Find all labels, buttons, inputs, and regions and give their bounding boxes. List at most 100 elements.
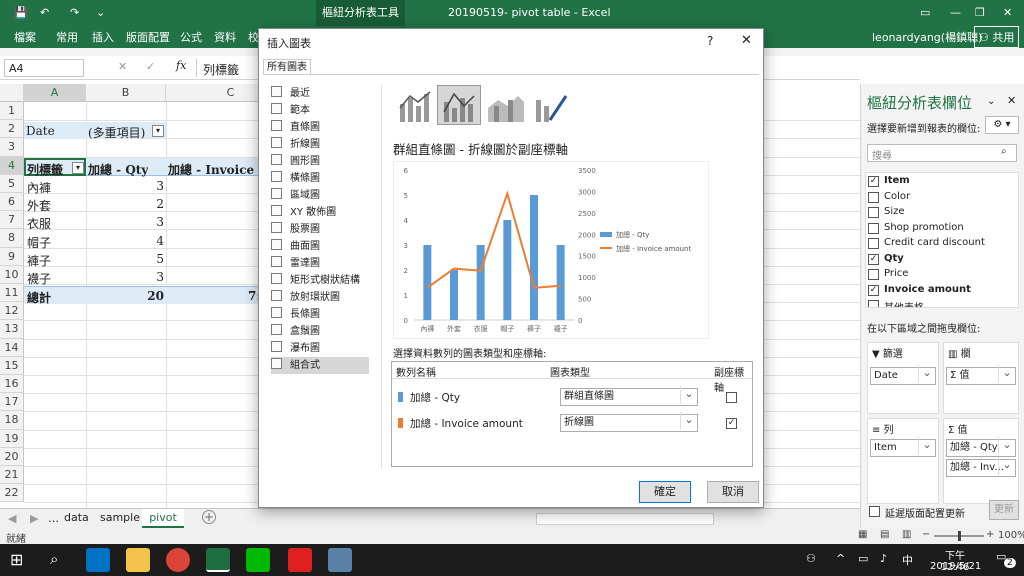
tab-formulas[interactable]: 公式	[180, 29, 202, 45]
field-checkbox[interactable]: ✓	[868, 176, 879, 187]
zoom-slider-thumb[interactable]	[958, 531, 961, 541]
row-header[interactable]: 4	[0, 156, 24, 175]
name-box[interactable]: A4	[4, 59, 84, 77]
chart-type-item[interactable]: 組合式	[271, 357, 369, 374]
filter-area-item[interactable]: Date	[870, 365, 936, 385]
pivot-item-qty[interactable]: 5	[88, 252, 164, 266]
windows-start-icon[interactable]: ⊞	[10, 550, 23, 569]
chart-type-item[interactable]: 圓形圖	[271, 153, 369, 170]
row-header[interactable]: 16	[0, 375, 24, 394]
tab-page-layout[interactable]: 版面配置	[126, 29, 170, 45]
row-header[interactable]: 20	[0, 447, 24, 466]
chart-type-item[interactable]: 最近	[271, 85, 369, 102]
chart-type-item[interactable]: 橫條圖	[271, 170, 369, 187]
tab-data[interactable]: 資料	[214, 29, 236, 45]
field-checkbox[interactable]	[868, 222, 879, 234]
row-header[interactable]: 2	[0, 120, 24, 139]
redo-icon[interactable]: ↷	[70, 6, 79, 19]
field-checkbox[interactable]	[868, 300, 879, 307]
close-window-icon[interactable]: ✕	[1003, 6, 1012, 19]
chart-type-item[interactable]: 矩形式樹狀結構圖	[271, 272, 369, 303]
field-list[interactable]: ✓ Item Color Size Shop promotion Credit card …	[865, 172, 1019, 308]
chart-type-item[interactable]: 雷達圖	[271, 255, 369, 272]
add-sheet-icon[interactable]: +	[202, 510, 216, 524]
share-button[interactable]: ⚇ 共用	[974, 26, 1020, 48]
confirm-entry-icon[interactable]: ✓	[146, 60, 155, 73]
chart-type-item[interactable]: 盒鬚圖	[271, 323, 369, 340]
cancel-button[interactable]: 取消	[707, 481, 759, 503]
chart-type-item[interactable]: 曲面圖	[271, 238, 369, 255]
pivot-item-qty[interactable]: 3	[88, 270, 164, 284]
field-item[interactable]: ✓ Invoice amount	[866, 282, 1018, 298]
tab-file[interactable]: 檔案	[14, 29, 36, 45]
volume-icon[interactable]: ♪	[880, 552, 887, 565]
insert-function-icon[interactable]: fx	[176, 59, 186, 72]
pivot-item-label[interactable]: 帽子	[27, 234, 51, 251]
invoice-header[interactable]: 加總 - Invoice am	[168, 161, 258, 178]
row-header[interactable]: 7	[0, 211, 24, 230]
undo-icon[interactable]: ↶	[40, 6, 49, 19]
chart-type-item[interactable]: 折線圖	[271, 136, 369, 153]
file-explorer-icon[interactable]	[126, 548, 150, 572]
update-button[interactable]: 更新	[989, 500, 1019, 520]
minimize-icon[interactable]: —	[950, 6, 961, 19]
zoom-level[interactable]: 100%	[998, 530, 1024, 541]
column-header-a[interactable]: A	[24, 84, 86, 102]
field-checkbox[interactable]	[868, 207, 879, 218]
filter-value-cell[interactable]: (多重項目)	[88, 124, 145, 141]
chart-type-item[interactable]: 範本	[271, 102, 369, 119]
search-taskbar-icon[interactable]: ⌕	[50, 550, 58, 568]
series-invoice-type-select[interactable]: 折線圖	[560, 412, 698, 432]
ribbon-display-icon[interactable]: ▭	[920, 6, 930, 19]
values-area-item-invoice[interactable]: 加總 - Inv...	[946, 457, 1016, 477]
row-header[interactable]: 8	[0, 229, 24, 248]
subtype-clustered-line-thumb[interactable]	[393, 85, 437, 125]
field-item[interactable]: Credit card discount	[866, 235, 1018, 251]
ime-icon[interactable]: 中	[902, 552, 913, 568]
columns-area-item[interactable]: Σ 值	[946, 365, 1016, 385]
select-all-corner[interactable]	[0, 84, 24, 102]
pivot-item-qty[interactable]: 4	[88, 234, 164, 248]
chrome-icon[interactable]	[166, 548, 190, 572]
clock-date[interactable]: 2019/5/21	[930, 561, 981, 572]
scroll-tabs-left-icon[interactable]: ◀	[8, 512, 16, 525]
row-header[interactable]: 15	[0, 356, 24, 375]
pane-close-icon[interactable]: ✕	[1007, 94, 1016, 107]
row-header[interactable]: 9	[0, 247, 24, 266]
pivot-item-qty[interactable]: 3	[88, 215, 164, 229]
subtype-clustered-line-secondary-thumb[interactable]	[437, 85, 481, 125]
subtype-custom-thumb[interactable]	[529, 85, 573, 125]
field-item[interactable]: Shop promotion	[866, 220, 1018, 236]
sheet-tab-pivot[interactable]: pivot	[142, 509, 184, 528]
pivot-item-qty[interactable]: 2	[88, 197, 164, 211]
column-header-b[interactable]: B	[86, 84, 166, 102]
chart-type-item[interactable]: 直條圖	[271, 119, 369, 136]
normal-view-icon[interactable]: ▦	[858, 529, 867, 540]
field-checkbox[interactable]: ✓	[868, 284, 879, 296]
row-header[interactable]: 19	[0, 429, 24, 448]
row-header[interactable]: 1	[0, 102, 24, 121]
pivot-item-label[interactable]: 外套	[27, 197, 51, 214]
tray-chevron-icon[interactable]: ^	[836, 552, 845, 565]
field-item[interactable]: Size	[866, 204, 1018, 220]
pivot-item-qty[interactable]: 3	[88, 179, 164, 193]
tab-all-charts[interactable]: 所有圖表	[263, 59, 311, 75]
grand-total-qty[interactable]: 20	[88, 289, 164, 303]
customize-qat-icon[interactable]: ⌄	[96, 6, 105, 19]
ok-button[interactable]: 確定	[639, 481, 691, 503]
gear-icon[interactable]: ⚙ ▾	[985, 116, 1019, 134]
excel-taskbar-icon[interactable]	[206, 548, 230, 572]
line-icon[interactable]	[246, 548, 270, 572]
row-labels-header[interactable]: 列標籤	[27, 161, 63, 178]
sheet-tab-sample[interactable]: sample	[100, 511, 140, 524]
zoom-in-icon[interactable]: +	[986, 529, 994, 540]
row-header[interactable]: 12	[0, 302, 24, 321]
row-header[interactable]: 14	[0, 338, 24, 357]
row-header[interactable]: 10	[0, 265, 24, 284]
field-item[interactable]: Color	[866, 189, 1018, 205]
chart-type-item[interactable]: 長條圖	[271, 306, 369, 323]
horizontal-scrollbar[interactable]	[536, 513, 714, 525]
columns-area[interactable]: ▥ 欄 Σ 值	[943, 342, 1019, 414]
outlook-icon[interactable]	[86, 548, 110, 572]
field-item[interactable]: Price	[866, 266, 1018, 282]
